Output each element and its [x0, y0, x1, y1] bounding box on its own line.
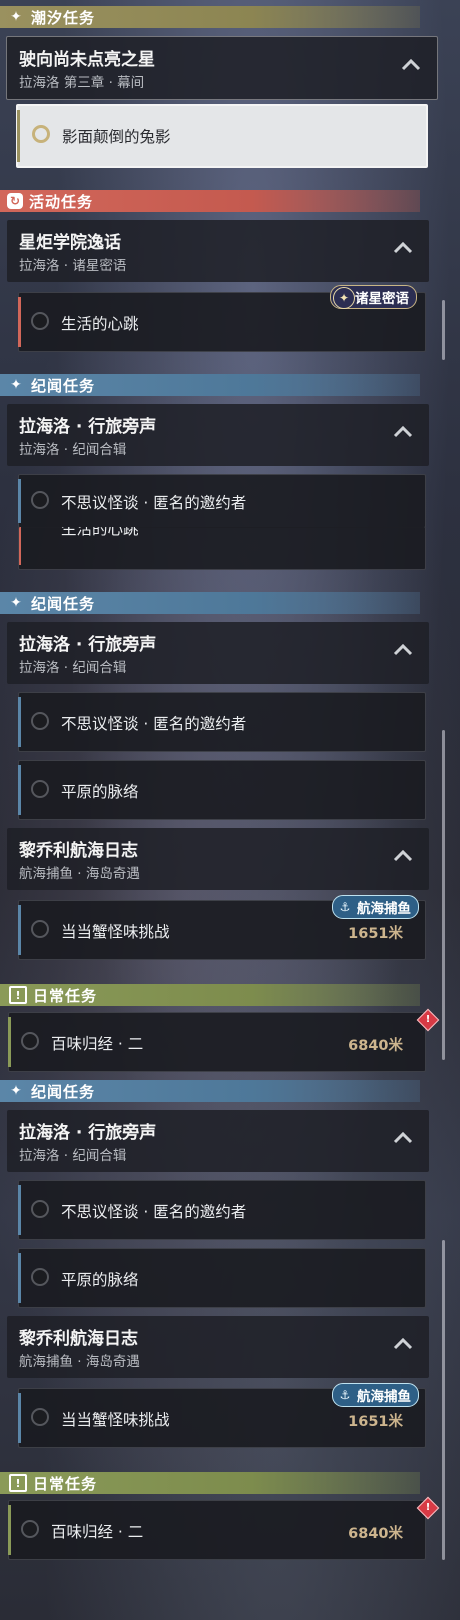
fishing-tag-badge: ⚓ 航海捕鱼 — [332, 895, 419, 919]
section-title: 纪闻任务 — [31, 594, 96, 613]
task-name: 平原的脉络 — [61, 783, 139, 801]
chevron-up-icon[interactable] — [393, 1336, 413, 1350]
quest-group-subtitle: 拉海洛 · 纪闻合辑 — [19, 660, 127, 676]
task-name: 当当蟹怪味挑战 — [61, 1411, 170, 1429]
sparkle-icon: ✦ — [10, 9, 22, 25]
quest-task[interactable]: 不思议怪谈 · 匿名的邀约者 — [18, 1180, 426, 1240]
task-name: 百味归经 · 二 — [51, 1523, 144, 1541]
task-distance: 6840米 — [348, 1038, 403, 1054]
scrollbar-thumb[interactable] — [442, 1240, 445, 1560]
task-name: 平原的脉络 — [61, 1271, 139, 1289]
section-header-lore: ✦ 纪闻任务 — [0, 1080, 420, 1102]
sparkle-icon: ✦ — [10, 595, 22, 611]
badge-label: 航海捕鱼 — [357, 1389, 411, 1405]
section-title: 日常任务 — [33, 1474, 98, 1493]
section-header-tide: ✦ 潮汐任务 — [0, 6, 420, 28]
anchor-icon: ⚓ — [339, 900, 351, 914]
task-radio-icon — [31, 780, 49, 798]
quest-group-title: 黎乔利航海日志 — [19, 841, 138, 861]
quest-group-subtitle: 航海捕鱼 · 海岛奇遇 — [19, 1354, 140, 1370]
task-name: 生活的心跳 — [61, 315, 139, 333]
chevron-up-icon[interactable] — [393, 240, 413, 254]
badge-label: 诸星密语 — [355, 291, 409, 307]
sparkle-icon: ✦ — [10, 1083, 22, 1099]
task-radio-icon — [32, 125, 50, 143]
scrollbar-thumb[interactable] — [442, 730, 445, 1060]
sparkle-icon: ✦ — [10, 377, 22, 393]
quest-group-header[interactable]: 拉海洛 · 行旅旁声 拉海洛 · 纪闻合辑 — [7, 622, 429, 684]
task-radio-icon — [31, 1268, 49, 1286]
task-name: 百味归经 · 二 — [51, 1035, 144, 1053]
task-radio-icon — [31, 712, 49, 730]
quest-task[interactable]: 不思议怪谈 · 匿名的邀约者 — [18, 692, 426, 752]
quest-task-selected[interactable]: 影面颠倒的兔影 — [16, 104, 428, 168]
task-radio-icon — [31, 1408, 49, 1426]
section-header-event: ↻ 活动任务 — [0, 190, 420, 212]
chevron-up-icon[interactable] — [393, 848, 413, 862]
quest-task[interactable]: 平原的脉络 — [18, 1248, 426, 1308]
chevron-up-icon[interactable] — [393, 424, 413, 438]
event-tag-badge: ✦ 诸星密语 — [330, 285, 417, 309]
chevron-up-icon[interactable] — [393, 642, 413, 656]
fishing-tag-badge: ⚓ 航海捕鱼 — [332, 1383, 419, 1407]
quest-task-daily[interactable]: 百味归经 · 二 6840米 — [8, 1500, 426, 1560]
task-name: 不思议怪谈 · 匿名的邀约者 — [61, 494, 247, 512]
task-name: 不思议怪谈 · 匿名的邀约者 — [61, 715, 247, 733]
quest-task-daily[interactable]: 百味归经 · 二 6840米 — [8, 1012, 426, 1072]
section-header-lore: ✦ 纪闻任务 — [0, 374, 420, 396]
star-emblem-icon: ✦ — [333, 287, 355, 309]
task-distance: 6840米 — [348, 1526, 403, 1542]
section-title: 日常任务 — [33, 986, 98, 1005]
section-title: 纪闻任务 — [31, 1082, 96, 1101]
task-radio-icon — [21, 1032, 39, 1050]
section-title: 潮汐任务 — [31, 8, 96, 27]
quest-task-partial[interactable]: 生活的心跳 — [18, 527, 426, 570]
chevron-up-icon[interactable] — [393, 1130, 413, 1144]
badge-label: 航海捕鱼 — [357, 901, 411, 917]
task-radio-icon — [21, 1520, 39, 1538]
quest-group-title: 驶向尚未点亮之星 — [19, 50, 155, 70]
task-name: 不思议怪谈 · 匿名的邀约者 — [61, 1203, 247, 1221]
chevron-up-icon[interactable] — [401, 57, 421, 71]
section-header-lore: ✦ 纪闻任务 — [0, 592, 420, 614]
quest-task[interactable]: 不思议怪谈 · 匿名的邀约者 — [18, 474, 426, 528]
quest-group-header[interactable]: 拉海洛 · 行旅旁声 拉海洛 · 纪闻合辑 — [7, 404, 429, 466]
event-icon: ↻ — [7, 193, 23, 209]
exclamation-icon: ! — [9, 1474, 27, 1492]
exclamation-icon: ! — [9, 986, 27, 1004]
task-radio-icon — [31, 312, 49, 330]
quest-group-title: 拉海洛 · 行旅旁声 — [19, 1123, 157, 1143]
section-title: 活动任务 — [29, 192, 94, 211]
section-title: 纪闻任务 — [31, 376, 96, 395]
quest-task[interactable]: 平原的脉络 — [18, 760, 426, 820]
task-radio-icon — [31, 920, 49, 938]
quest-group-subtitle: 拉海洛 · 纪闻合辑 — [19, 1148, 127, 1164]
task-distance: 1651米 — [348, 1414, 403, 1430]
quest-group-subtitle: 拉海洛 · 纪闻合辑 — [19, 442, 127, 458]
task-radio-icon — [31, 491, 49, 509]
section-header-daily: ! 日常任务 — [0, 1472, 420, 1494]
quest-group-subtitle: 拉海洛 · 诸星密语 — [19, 258, 127, 274]
task-name: 生活的心跳 — [61, 527, 139, 538]
task-name: 当当蟹怪味挑战 — [61, 923, 170, 941]
quest-group-title: 黎乔利航海日志 — [19, 1329, 138, 1349]
quest-group-header[interactable]: 拉海洛 · 行旅旁声 拉海洛 · 纪闻合辑 — [7, 1110, 429, 1172]
quest-group-title: 拉海洛 · 行旅旁声 — [19, 635, 157, 655]
quest-group-subtitle: 航海捕鱼 · 海岛奇遇 — [19, 866, 140, 882]
task-name: 影面颠倒的兔影 — [62, 128, 171, 146]
anchor-icon: ⚓ — [339, 1388, 351, 1402]
quest-group-header[interactable]: 黎乔利航海日志 航海捕鱼 · 海岛奇遇 — [7, 1316, 429, 1378]
section-header-daily: ! 日常任务 — [0, 984, 420, 1006]
scrollbar-thumb[interactable] — [442, 300, 445, 360]
quest-group-header[interactable]: 黎乔利航海日志 航海捕鱼 · 海岛奇遇 — [7, 828, 429, 890]
quest-group-header[interactable]: 星炬学院逸话 拉海洛 · 诸星密语 — [7, 220, 429, 282]
task-radio-icon — [31, 1200, 49, 1218]
task-distance: 1651米 — [348, 926, 403, 942]
quest-group-title: 星炬学院逸话 — [19, 233, 121, 253]
quest-group-header[interactable]: 驶向尚未点亮之星 拉海洛 第三章 · 幕间 — [6, 36, 438, 100]
quest-group-title: 拉海洛 · 行旅旁声 — [19, 417, 157, 437]
quest-group-subtitle: 拉海洛 第三章 · 幕间 — [19, 75, 145, 91]
